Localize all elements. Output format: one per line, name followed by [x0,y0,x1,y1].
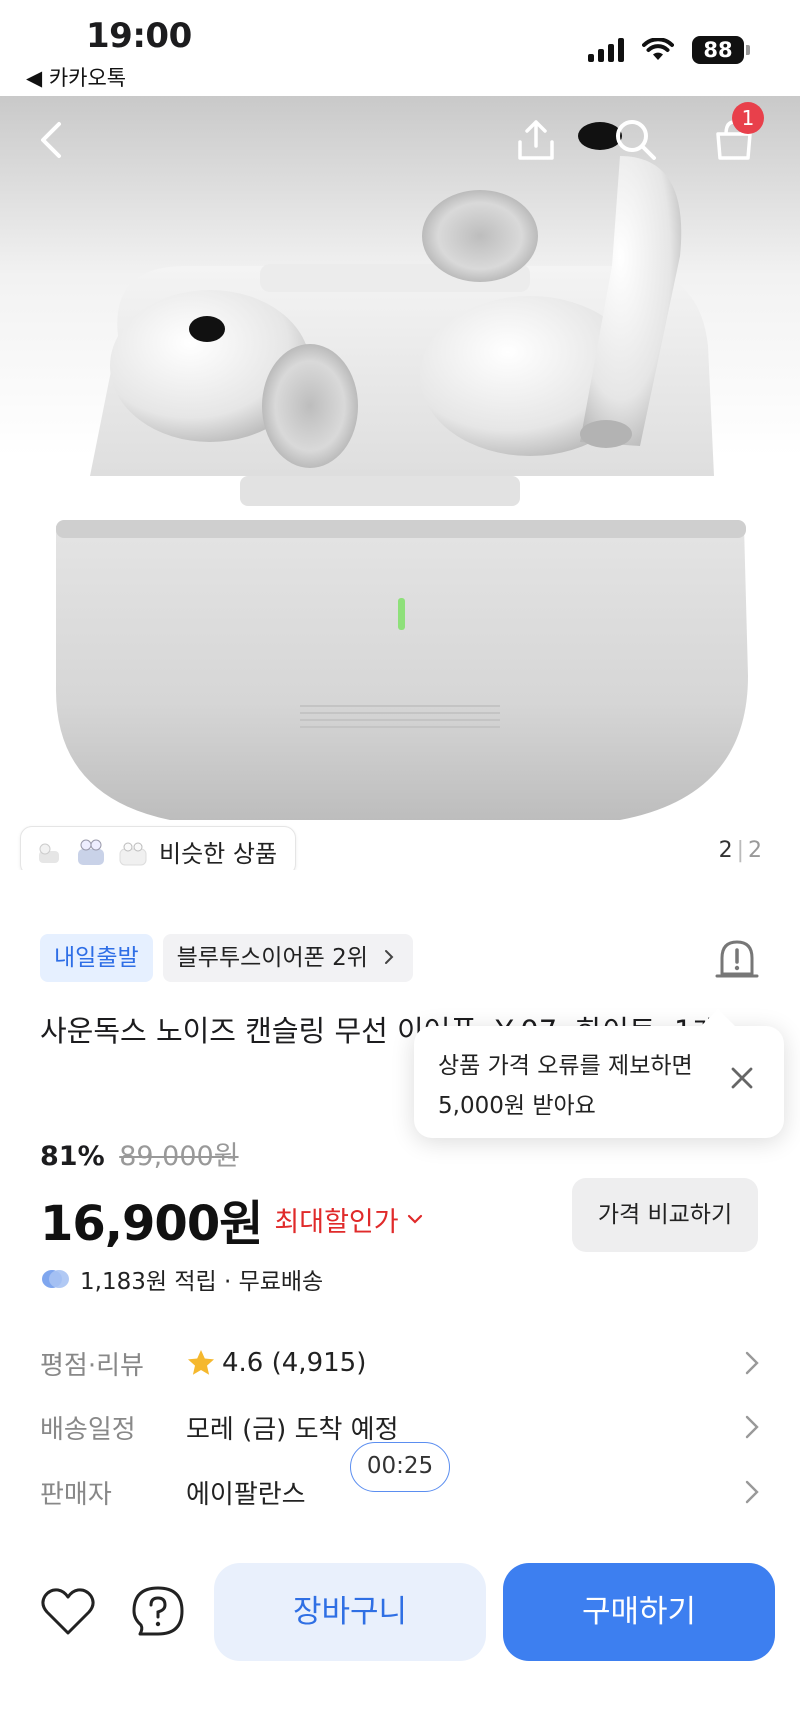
status-indicators: 88 [588,36,750,64]
chevron-right-icon [745,1415,759,1439]
page-current: 2 [718,838,733,863]
close-icon[interactable] [726,1062,758,1094]
search-icon [616,120,656,160]
price-row: 16,900원 최대할인가 [40,1184,423,1254]
delivery-value: 모레 (금) 도착 예정 [186,1414,399,1445]
bottom-action-bar: 장바구니 구매하기 [0,1540,800,1731]
max-discount-toggle[interactable]: 최대할인가 [274,1200,422,1239]
heart-icon [41,1588,95,1635]
page-total: 2 [748,838,762,863]
share-button[interactable] [504,108,568,172]
search-button[interactable] [604,108,668,172]
category-rank-label: 블루투스이어폰 2위 [176,945,368,971]
rating-value: 4.6 (4,915) [222,1348,367,1378]
discount-row: 81% 89,000원 [40,1134,239,1173]
share-icon [518,120,554,160]
timer-pill: 00:25 [350,1442,450,1492]
fast-delivery-badge: 내일출발 [40,934,153,982]
product-tags: 내일출발 블루투스이어폰 2위 [40,934,414,982]
back-to-app-link[interactable]: ◀ 카카오톡 [26,62,126,92]
chevron-right-icon [745,1480,759,1504]
back-button[interactable] [20,108,84,172]
similar-thumb-2 [78,839,104,865]
max-discount-label: 최대할인가 [274,1206,399,1238]
help-button[interactable] [128,1582,188,1642]
points-shipping-row: 1,183원 적립 · 무료배송 [40,1262,323,1296]
report-alarm-icon[interactable] [714,936,760,982]
tooltip-message: 상품 가격 오류를 제보하면 5,000원 받아요 [438,1053,693,1119]
sale-price: 16,900원 [40,1196,263,1252]
category-rank-link[interactable]: 블루투스이어폰 2위 [162,934,414,982]
add-to-cart-button[interactable]: 장바구니 [214,1563,486,1661]
chevron-right-icon [385,950,394,964]
wishlist-button[interactable] [38,1582,98,1642]
question-bubble-icon [132,1586,184,1636]
buy-now-button[interactable]: 구매하기 [503,1563,775,1661]
price-compare-button[interactable]: 가격 비교하기 [572,1178,758,1252]
similar-thumb-3 [119,842,147,866]
star-icon [188,1350,214,1375]
rating-review-row[interactable]: 평점·리뷰 4.6 (4,915) [40,1338,760,1388]
page-separator: | [736,838,744,863]
cart-header-button[interactable]: 1 [702,102,766,172]
delivery-label: 배송일정 [40,1414,136,1445]
similar-products-label: 비슷한 상품 [159,839,278,868]
wifi-icon [642,38,674,60]
product-image-carousel[interactable]: 1 비슷한 상품 2 | 2 [0,96,800,870]
similar-products-button[interactable]: 비슷한 상품 [20,826,297,870]
product-image [55,122,748,820]
seller-label: 판매자 [40,1479,112,1510]
battery-icon: 88 [692,36,750,64]
chevron-right-icon [745,1351,759,1375]
chevron-left-icon [41,122,61,158]
image-page-indicator: 2 | 2 [719,838,762,863]
original-price: 89,000원 [119,1141,239,1172]
status-bar: 19:00 ◀ 카카오톡 88 [0,0,800,96]
points-icon [42,1270,69,1288]
price-report-tooltip: 상품 가격 오류를 제보하면 5,000원 받아요 [414,1026,784,1138]
similar-thumb-1 [39,843,59,863]
points-shipping-text: 1,183원 적립 · 무료배송 [80,1269,324,1295]
discount-rate: 81% [40,1141,105,1172]
cellular-signal-icon [588,38,624,62]
chevron-down-icon [407,1214,422,1224]
rating-label: 평점·리뷰 [40,1350,144,1381]
seller-value: 에이팔란스 [186,1479,306,1510]
status-time: 19:00 [86,16,192,56]
cart-count-badge: 1 [732,102,764,134]
battery-level: 88 [692,36,744,64]
